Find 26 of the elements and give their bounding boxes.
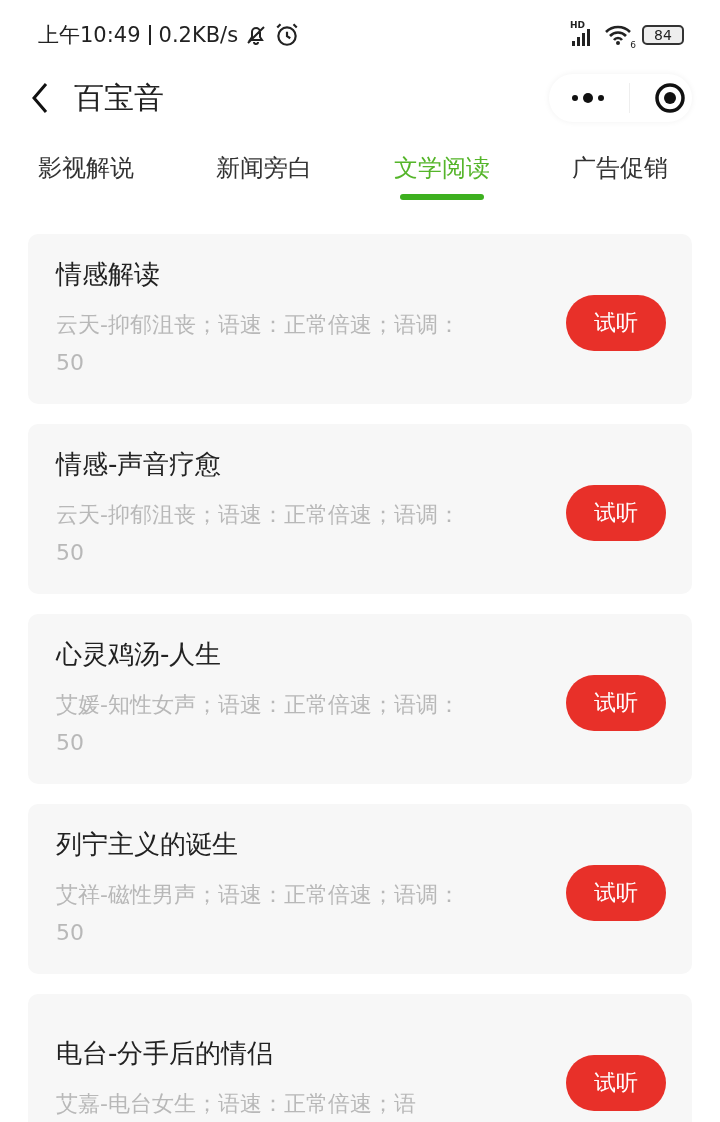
page-title: 百宝音 [74,78,165,117]
voice-title: 情感解读 [56,257,161,291]
voice-description: 艾媛-知性女声；语速：正常倍速；语调：50 [56,690,461,757]
category-tab[interactable]: 广告促销 [572,144,668,196]
voice-title: 情感-声音疗愈 [56,447,223,481]
more-icon[interactable] [571,92,605,104]
voice-description: 云天-抑郁沮丧；语速：正常倍速；语调：50 [56,500,461,567]
preview-button[interactable]: 试听 [566,485,666,541]
preview-button[interactable]: 试听 [566,295,666,351]
voice-description: 云天-抑郁沮丧；语速：正常倍速；语调：50 [56,310,461,377]
voice-title: 电台-分手后的情侣 [56,1036,275,1070]
close-target-icon[interactable] [654,82,686,114]
preview-button[interactable]: 试听 [566,865,666,921]
separator-bar [148,25,151,45]
network-speed: 0.2KB/s [158,23,239,47]
status-time: 上午10:49 [38,22,141,49]
voice-description: 艾嘉-电台女生；语速：正常倍速；语 [56,1089,417,1118]
voice-title: 心灵鸡汤-人生 [56,637,223,671]
battery-icon: 84 [642,25,684,45]
voice-title: 列宁主义的诞生 [56,827,239,861]
preview-button[interactable]: 试听 [566,1055,666,1111]
category-tab[interactable]: 新闻旁白 [216,144,312,196]
voice-description: 艾祥-磁性男声；语速：正常倍速；语调：50 [56,880,461,947]
preview-button[interactable]: 试听 [566,675,666,731]
back-icon[interactable] [30,82,50,114]
category-tab[interactable]: 影视解说 [38,144,134,196]
